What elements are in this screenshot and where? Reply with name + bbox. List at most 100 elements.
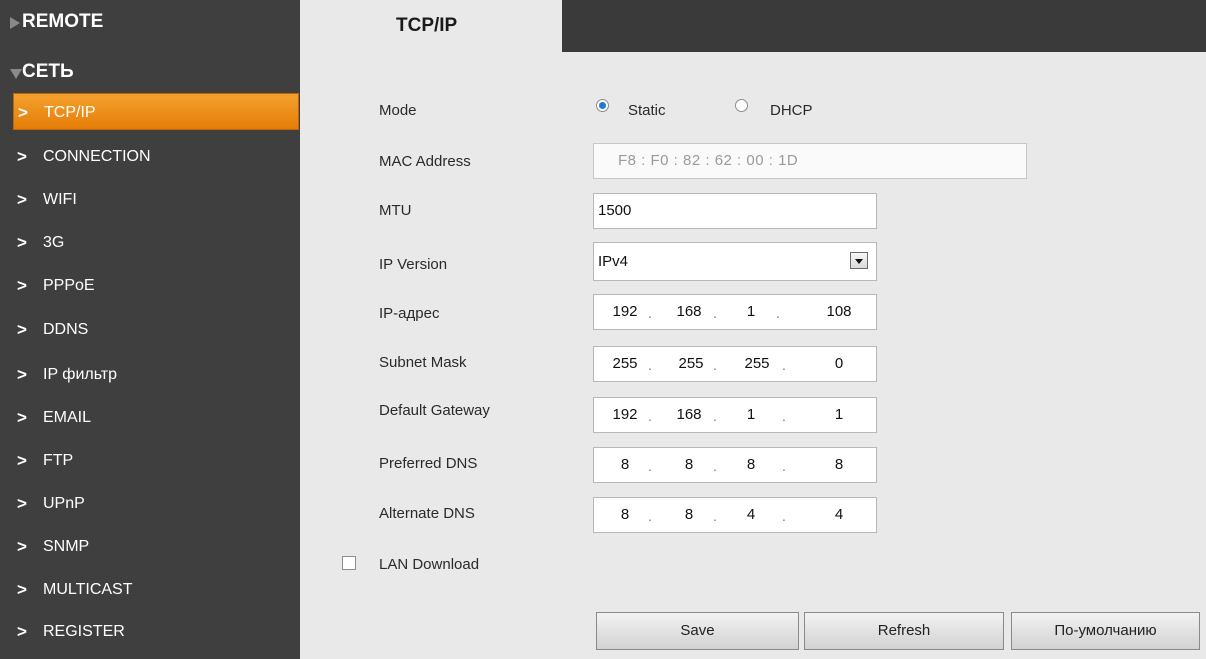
sidebar-item-label: PPPoE [43,277,95,294]
lan-download-label: LAN Download [379,556,480,573]
sidebar: REMOTE СЕТЬ > TCP/IP > CONNECTION > WIFI… [0,0,300,659]
sidebar-item-label: DDNS [43,321,89,338]
ip-octet[interactable]: 1 [734,295,768,329]
chevron-right-icon: > [17,147,27,166]
ip-octet[interactable]: 192 [608,295,642,329]
octet-separator: . [648,408,652,424]
ip-octet[interactable]: 4 [734,498,768,532]
sidebar-item-connection[interactable]: > CONNECTION [13,138,299,175]
mode-static-label: Static [628,102,666,119]
octet-separator: . [782,357,786,373]
chevron-right-icon: > [17,451,27,470]
ip-octet[interactable]: 1 [822,398,856,432]
sidebar-item-ip-filter[interactable]: > IP фильтр [13,356,299,393]
sidebar-item-label: FTP [43,452,74,469]
sidebar-item-wifi[interactable]: > WIFI [13,181,299,218]
preferred-dns-input[interactable]: 8 . 8 . 8 . 8 [593,447,877,483]
sidebar-item-label: REGISTER [43,623,125,640]
mode-dhcp-radio[interactable] [735,99,748,112]
ip-octet[interactable]: 255 [674,347,708,381]
chevron-right-icon: > [17,580,27,599]
ip-version-value: IPv4 [598,253,629,270]
ip-octet[interactable]: 8 [672,448,706,482]
ip-octet[interactable]: 168 [672,295,706,329]
subnet-mask-label: Subnet Mask [379,354,467,371]
default-gateway-input[interactable]: 192 . 168 . 1 . 1 [593,397,877,433]
alternate-dns-label: Alternate DNS [379,505,475,522]
sidebar-section-network[interactable]: СЕТЬ [0,50,300,94]
sidebar-item-pppoe[interactable]: > PPPoE [13,267,299,304]
sidebar-item-ftp[interactable]: > FTP [13,442,299,479]
ip-version-select[interactable]: IPv4 [593,242,877,281]
octet-separator: . [782,508,786,524]
ip-octet[interactable]: 192 [608,398,642,432]
sidebar-item-tcpip[interactable]: > TCP/IP [13,93,299,130]
chevron-right-icon: > [17,320,27,339]
default-button[interactable]: По-умолчанию [1011,612,1200,650]
sidebar-item-label: TCP/IP [44,104,96,121]
chevron-right-icon: > [17,276,27,295]
sidebar-item-label: SNMP [43,538,90,555]
chevron-right-icon: > [17,494,27,513]
mtu-input[interactable]: 1500 [593,193,877,229]
octet-separator: . [713,458,717,474]
tab-tcpip[interactable]: TCP/IP [300,0,562,52]
mode-static-radio[interactable] [596,99,609,112]
sidebar-item-label: WIFI [43,191,77,208]
octet-separator: . [713,357,717,373]
sidebar-item-snmp[interactable]: > SNMP [13,528,299,565]
sidebar-item-3g[interactable]: > 3G [13,224,299,261]
octet-separator: . [648,508,652,524]
expand-triangle-icon [10,17,20,29]
ip-octet[interactable]: 8 [734,448,768,482]
ip-octet[interactable]: 108 [822,295,856,329]
octet-separator: . [713,305,717,321]
ip-address-input[interactable]: 192 . 168 . 1 . 108 [593,294,877,330]
dropdown-arrow-icon[interactable] [850,252,868,269]
ip-version-label: IP Version [379,256,448,273]
ip-octet[interactable]: 255 [740,347,774,381]
octet-separator: . [713,508,717,524]
mtu-label: MTU [379,202,412,219]
default-gateway-label: Default Gateway [379,402,490,419]
subnet-mask-input[interactable]: 255 . 255 . 255 . 0 [593,346,877,382]
sidebar-item-label: CONNECTION [43,148,151,165]
ip-octet[interactable]: 168 [672,398,706,432]
chevron-right-icon: > [18,103,28,122]
ip-octet[interactable]: 8 [822,448,856,482]
ip-octet[interactable]: 8 [608,498,642,532]
mode-dhcp-label: DHCP [770,102,813,119]
chevron-right-icon: > [17,408,27,427]
ip-octet[interactable]: 4 [822,498,856,532]
chevron-right-icon: > [17,622,27,641]
ip-octet[interactable]: 0 [822,347,856,381]
ip-octet[interactable]: 8 [608,448,642,482]
sidebar-item-ddns[interactable]: > DDNS [13,311,299,348]
ip-octet[interactable]: 255 [608,347,642,381]
section-label: СЕТЬ [22,61,74,82]
section-label: REMOTE [22,11,104,32]
mac-address-field: F8 : F0 : 82 : 62 : 00 : 1D [593,143,1027,179]
ip-octet[interactable]: 1 [734,398,768,432]
chevron-right-icon: > [17,365,27,384]
octet-separator: . [648,305,652,321]
chevron-right-icon: > [17,537,27,556]
sidebar-item-multicast[interactable]: > MULTICAST [13,571,299,608]
octet-separator: . [782,458,786,474]
sidebar-item-register[interactable]: > REGISTER [13,613,299,650]
sidebar-item-email[interactable]: > EMAIL [13,399,299,436]
sidebar-section-remote[interactable]: REMOTE [0,0,300,44]
octet-separator: . [648,458,652,474]
save-button[interactable]: Save [596,612,799,650]
octet-separator: . [776,305,780,321]
sidebar-item-label: MULTICAST [43,581,133,598]
lan-download-checkbox[interactable] [342,556,356,570]
sidebar-item-upnp[interactable]: > UPnP [13,485,299,522]
refresh-button[interactable]: Refresh [804,612,1004,650]
chevron-right-icon: > [17,190,27,209]
alternate-dns-input[interactable]: 8 . 8 . 4 . 4 [593,497,877,533]
sidebar-item-label: UPnP [43,495,85,512]
mode-label: Mode [379,102,417,119]
ip-octet[interactable]: 8 [672,498,706,532]
octet-separator: . [782,408,786,424]
